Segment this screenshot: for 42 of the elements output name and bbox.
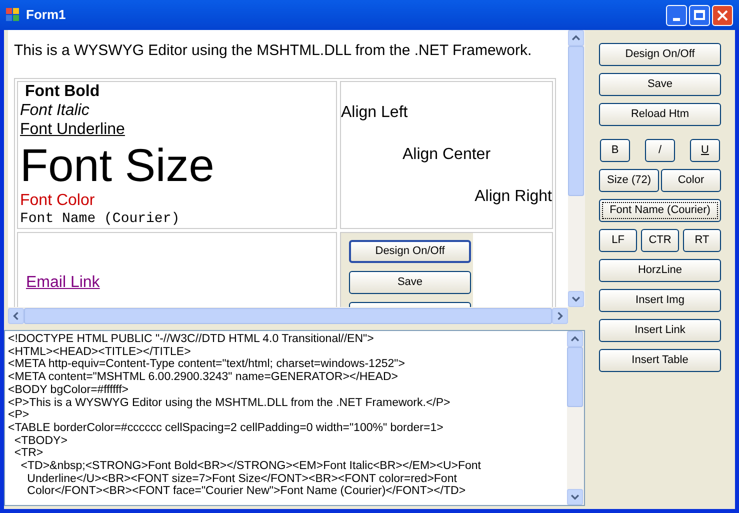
- toolbar-button[interactable]: Color: [661, 169, 721, 192]
- html-editor[interactable]: [8, 30, 568, 307]
- scrollbar-thumb[interactable]: [568, 46, 584, 196]
- formatted-text: Font Bold: [24, 82, 101, 101]
- vertical-scrollbar[interactable]: [568, 30, 585, 307]
- email-link[interactable]: Email Link: [26, 271, 100, 295]
- toolbar-button[interactable]: B: [600, 139, 630, 162]
- maximize-button[interactable]: [689, 4, 710, 26]
- scroll-up-icon[interactable]: [568, 30, 584, 46]
- formatted-text: Font Color: [20, 191, 96, 210]
- window-title: Form1: [26, 6, 66, 24]
- toolbar-button[interactable]: CTR: [641, 229, 679, 252]
- close-icon: [717, 10, 728, 20]
- formatted-text: Font Italic: [20, 101, 90, 120]
- toolbar-button[interactable]: Font Name (Courier): [599, 199, 721, 222]
- close-button[interactable]: [712, 4, 733, 26]
- toolbar-button[interactable]: Insert Img: [599, 289, 721, 312]
- aligned-text: Align Left: [341, 103, 408, 123]
- toolbar-button[interactable]: LF: [599, 229, 637, 252]
- aligned-text: Align Center: [402, 145, 491, 165]
- toolbar-button[interactable]: RT: [683, 229, 721, 252]
- toolbar-button[interactable]: U: [690, 139, 720, 162]
- aligned-text: Align Right: [474, 187, 552, 207]
- embedded-button[interactable]: Save: [349, 271, 471, 294]
- toolbar-button[interactable]: HorzLine: [599, 259, 721, 282]
- intro-text: This is a WYSWYG Editor using the MSHTML.DLL from the .NET Framework.: [14, 42, 532, 60]
- formatted-text: Font Size: [20, 139, 216, 191]
- embedded-button[interactable]: Design On/Off: [349, 240, 471, 263]
- toolbar-button[interactable]: Reload Htm: [599, 103, 721, 126]
- toolbar-button[interactable]: Insert Table: [599, 349, 721, 372]
- formatted-text: Font Underline: [20, 120, 126, 139]
- scroll-right-icon[interactable]: [552, 308, 568, 324]
- toolbar-button[interactable]: Insert Link: [599, 319, 721, 342]
- minimize-button[interactable]: [666, 4, 687, 26]
- scroll-left-icon[interactable]: [8, 308, 24, 324]
- toolbar-button[interactable]: Save: [599, 73, 721, 96]
- app-icon: [6, 8, 20, 22]
- scroll-down-icon[interactable]: [568, 291, 584, 307]
- toolbar-button[interactable]: Design On/Off: [599, 43, 721, 66]
- toolbar-button[interactable]: /: [645, 139, 675, 162]
- toolbar-button[interactable]: Size (72): [599, 169, 659, 192]
- formatted-text: Font Name (Courier): [20, 210, 181, 229]
